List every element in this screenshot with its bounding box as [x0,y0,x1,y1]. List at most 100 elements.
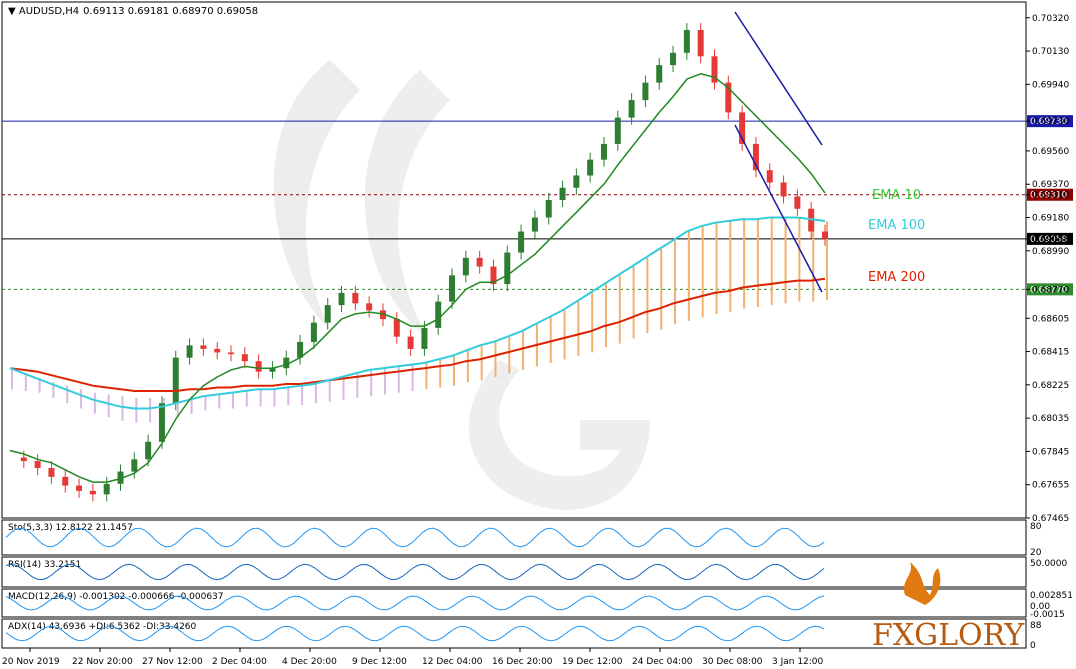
candle-body [504,252,511,285]
y-tick-label: 0.69370 [1032,180,1069,190]
main-panel [1,1,1027,519]
candle-body [670,52,677,66]
candle-body [172,357,179,404]
y-tick-label: 0.68415 [1032,348,1069,358]
candle-body [476,257,483,267]
indicator-axis-label: 88 [1030,621,1042,631]
candle-body [766,170,773,183]
x-tick-label: 27 Nov 12:00 [142,657,203,667]
candle-body [103,483,110,495]
indicator-axis-label: 80 [1030,522,1042,532]
candle-body [158,403,165,442]
candle-body [62,476,69,486]
x-tick-label: 3 Jan 12:00 [772,657,824,667]
x-tick-label: 22 Nov 20:00 [72,657,133,667]
x-tick-label: 4 Dec 20:00 [282,657,337,667]
y-tick-label: 0.70320 [1032,14,1069,24]
candle-body [794,196,801,209]
indicator-panel [1,519,1027,556]
candle-body [421,327,428,349]
candle-body [352,292,359,304]
candle-body [642,82,649,101]
y-tick-label: 0.69730 [1032,117,1069,127]
y-tick-label: 0.67655 [1032,481,1069,491]
x-tick-label: 2 Dec 04:00 [212,657,267,667]
candle-body [780,182,787,197]
candle-body [214,348,221,353]
indicator-label: ADX(14) 43.6936 +DI:6.5362 -DI:33.4260 [8,622,197,632]
chart-header: ▼ AUDUSD,H4 0.69113 0.69181 0.68970 0.690… [8,6,258,17]
indicator-axis-label: 0 [1030,641,1036,651]
ema-label: EMA 10 [872,188,921,203]
candle-body [559,187,566,200]
y-tick-label: 0.69180 [1032,214,1069,224]
y-tick-label: 0.68990 [1032,247,1069,257]
x-tick-label: 19 Dec 12:00 [562,657,623,667]
brand-text: FXGLORY [872,618,1025,653]
candle-body [822,231,828,239]
watermark-logo [273,60,650,511]
ema-label: EMA 200 [868,270,925,285]
x-tick-label: 9 Dec 12:00 [352,657,407,667]
indicator-axis-label: 0.002851 [1030,591,1073,601]
y-tick-label: 0.69560 [1032,147,1069,157]
indicator-axis-label: 50.0000 [1030,559,1067,569]
candle-body [628,100,635,118]
candle-body [587,159,594,176]
indicator-axis-label: 20 [1030,548,1042,558]
x-tick-label: 16 Dec 20:00 [492,657,553,667]
y-tick-label: 0.68605 [1032,314,1069,324]
candle-body [656,65,663,83]
brand-logo: FXGLORY [872,562,1025,653]
candle-body [186,345,193,358]
y-tick-label: 0.68035 [1032,414,1069,424]
candle-body [241,354,248,362]
candle-body [407,336,414,349]
trend-channel [734,11,823,293]
candle-body [76,485,83,491]
candle-body [531,217,538,232]
x-tick-label: 20 Nov 2019 [2,657,60,667]
ema-200-line [9,277,826,392]
candle-body [200,345,207,349]
y-tick-label: 0.69940 [1032,80,1069,90]
candle-body [449,275,456,302]
y-tick-label: 0.69058 [1032,235,1069,245]
y-tick-label: 0.69310 [1032,191,1069,201]
candle-body [131,459,138,472]
y-tick-label: 0.70130 [1032,47,1069,57]
candle-body [48,468,55,477]
y-tick-label: 0.68770 [1032,285,1069,295]
candle-body [614,117,621,144]
candle-body [462,257,469,276]
candle-body [20,457,27,462]
candle-body [518,231,525,253]
x-tick-label: 30 Dec 08:00 [702,657,763,667]
candle-body [255,361,262,372]
candle-body [34,461,41,469]
candle-body [89,490,96,495]
candle-body [545,199,552,218]
candle-body [393,319,400,337]
candle-body [145,441,152,460]
y-tick-label: 0.68225 [1032,381,1069,391]
candle-body [683,30,690,53]
candle-body [600,143,607,160]
y-tick-label: 0.67845 [1032,447,1069,457]
ema-label: EMA 100 [868,218,925,233]
candle-body [697,30,704,57]
candle-body [366,303,373,311]
candle-body [338,292,345,306]
indicator-label: Sto(5,3,3) 12.8122 21.1457 [8,523,133,533]
indicator-axis-label: -0.0015 [1030,610,1065,620]
candle-body [228,352,235,355]
indicator-panel [1,556,1027,588]
price-chart: 0.69730 0.69310 0.69058 0.68770 EMA 10 EMA 1… [1,1,1073,667]
x-tick-label: 24 Dec 04:00 [632,657,693,667]
indicator-line [5,563,825,581]
candle-body [324,305,331,323]
candle-body [310,322,317,342]
candle-body [573,175,580,188]
x-tick-label: 12 Dec 04:00 [422,657,483,667]
candle-body [435,301,442,328]
